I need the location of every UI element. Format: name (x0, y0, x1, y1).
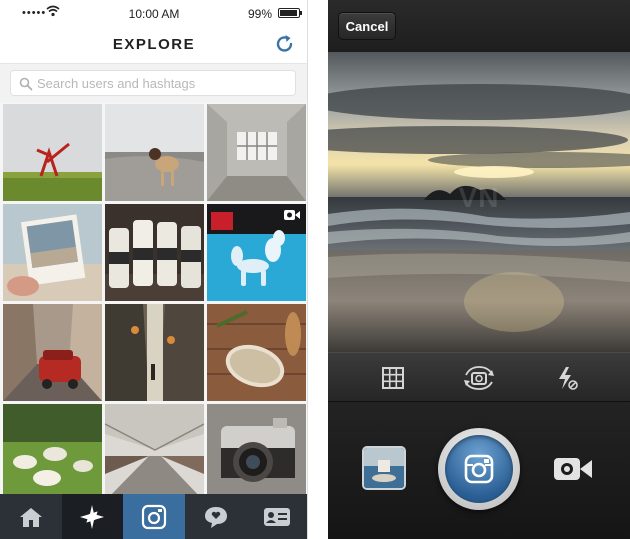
cancel-button[interactable]: Cancel (338, 12, 396, 40)
video-camera-icon[interactable] (552, 454, 594, 484)
camera-tools-bar (328, 352, 630, 402)
camera-icon (141, 504, 167, 529)
flip-camera-icon[interactable] (462, 365, 496, 391)
photo-tile[interactable] (105, 404, 204, 501)
photo-tile[interactable] (207, 304, 306, 401)
search-input[interactable] (37, 74, 287, 92)
tab-camera[interactable] (123, 494, 185, 539)
nav-bar: EXPLORE (0, 26, 307, 64)
camera-screen: Cancel VN (328, 0, 630, 539)
refresh-icon[interactable] (274, 33, 296, 55)
camera-viewfinder[interactable]: VN (328, 52, 630, 352)
photo-tile[interactable] (3, 204, 102, 301)
photo-tile[interactable] (3, 104, 102, 201)
photo-tile[interactable] (105, 104, 204, 201)
photo-tile[interactable] (207, 404, 306, 501)
tab-activity[interactable] (185, 494, 247, 539)
explore-star-icon (80, 504, 105, 529)
instagram-camera-icon (464, 454, 494, 484)
flash-off-icon[interactable] (554, 365, 580, 391)
tab-profile[interactable] (246, 494, 307, 539)
grid-icon[interactable] (380, 365, 406, 391)
tab-bar (0, 494, 307, 539)
gallery-thumbnail[interactable] (362, 446, 406, 490)
tab-home[interactable] (0, 494, 62, 539)
camera-top-bar: Cancel (328, 0, 630, 52)
status-bar: ••••• 10:00 AM 99% (0, 0, 307, 26)
photo-tile[interactable] (105, 204, 204, 301)
profile-card-icon (264, 507, 291, 526)
photo-tile[interactable] (207, 104, 306, 201)
watermark: VN (458, 182, 500, 213)
search-box[interactable] (10, 70, 296, 96)
battery-icon (278, 8, 302, 18)
battery-percent: 99% (247, 7, 272, 21)
search-bar (0, 64, 307, 102)
shutter-button[interactable] (438, 428, 520, 510)
video-badge-icon (284, 210, 300, 220)
photo-tile[interactable] (3, 404, 102, 501)
activity-bubble-icon (204, 506, 227, 528)
photo-grid (0, 104, 307, 501)
search-icon (19, 77, 33, 91)
camera-bottom-bar (328, 402, 630, 539)
photo-tile[interactable] (3, 304, 102, 401)
page-title: EXPLORE (112, 36, 196, 53)
home-icon (19, 507, 42, 527)
explore-screen: ••••• 10:00 AM 99% EXPLORE (0, 0, 308, 539)
photo-tile[interactable] (207, 204, 306, 301)
tab-explore[interactable] (61, 494, 124, 539)
photo-tile[interactable] (105, 304, 204, 401)
shutter-inner (445, 435, 513, 503)
